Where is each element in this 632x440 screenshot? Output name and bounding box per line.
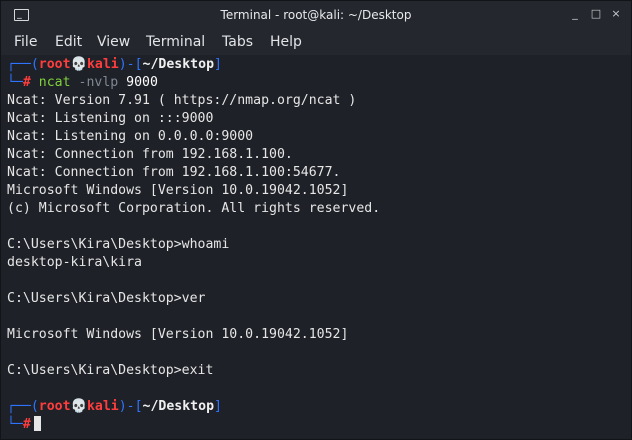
skull-icon: 💀 <box>70 57 87 72</box>
skull-icon: 💀 <box>70 399 87 414</box>
output-line: Ncat: Listening on :::9000 <box>7 111 214 126</box>
command-line-2[interactable]: └─# <box>7 416 41 434</box>
title-bar[interactable]: _ Terminal - root@kali: ~/Desktop _ □ × <box>1 1 631 30</box>
output-line: Microsoft Windows [Version 10.0.19042.10… <box>7 183 349 198</box>
minimize-button[interactable]: _ <box>569 8 581 20</box>
output-line: Microsoft Windows [Version 10.0.19042.10… <box>7 327 349 342</box>
text-cursor <box>33 416 41 431</box>
terminal-output-area[interactable]: ┌──(root💀kali)-[~/Desktop] └─# ncat -nvl… <box>1 55 631 439</box>
output-line: (c) Microsoft Corporation. All rights re… <box>7 201 381 216</box>
output-line: C:\Users\Kira\Desktop>whoami <box>7 237 230 252</box>
command-line-1: └─# ncat -nvlp 9000 <box>7 75 158 90</box>
close-button[interactable]: × <box>610 8 622 20</box>
prompt-line-1: ┌──(root💀kali)-[~/Desktop] <box>7 57 222 72</box>
output-line: C:\Users\Kira\Desktop>exit <box>7 363 214 378</box>
menu-view[interactable]: View <box>97 34 130 51</box>
menu-help[interactable]: Help <box>270 34 302 51</box>
menu-tabs[interactable]: Tabs <box>222 34 253 51</box>
window-title: Terminal - root@kali: ~/Desktop <box>220 8 412 22</box>
menu-file[interactable]: File <box>14 34 37 51</box>
menu-edit[interactable]: Edit <box>55 34 82 51</box>
output-line: C:\Users\Kira\Desktop>ver <box>7 291 206 306</box>
output-line: Ncat: Version 7.91 ( https://nmap.org/nc… <box>7 93 357 108</box>
maximize-button[interactable]: □ <box>590 8 602 20</box>
output-line: Ncat: Listening on 0.0.0.0:9000 <box>7 129 254 144</box>
output-line: desktop-kira\kira <box>7 255 142 270</box>
menu-bar: File Edit View Terminal Tabs Help <box>1 30 631 55</box>
output-line: Ncat: Connection from 192.168.1.100:5467… <box>7 165 341 180</box>
menu-terminal[interactable]: Terminal <box>146 34 205 51</box>
output-line: Ncat: Connection from 192.168.1.100. <box>7 147 293 162</box>
prompt-line-2: ┌──(root💀kali)-[~/Desktop] <box>7 399 222 414</box>
terminal-window: _ Terminal - root@kali: ~/Desktop _ □ × … <box>0 0 632 440</box>
